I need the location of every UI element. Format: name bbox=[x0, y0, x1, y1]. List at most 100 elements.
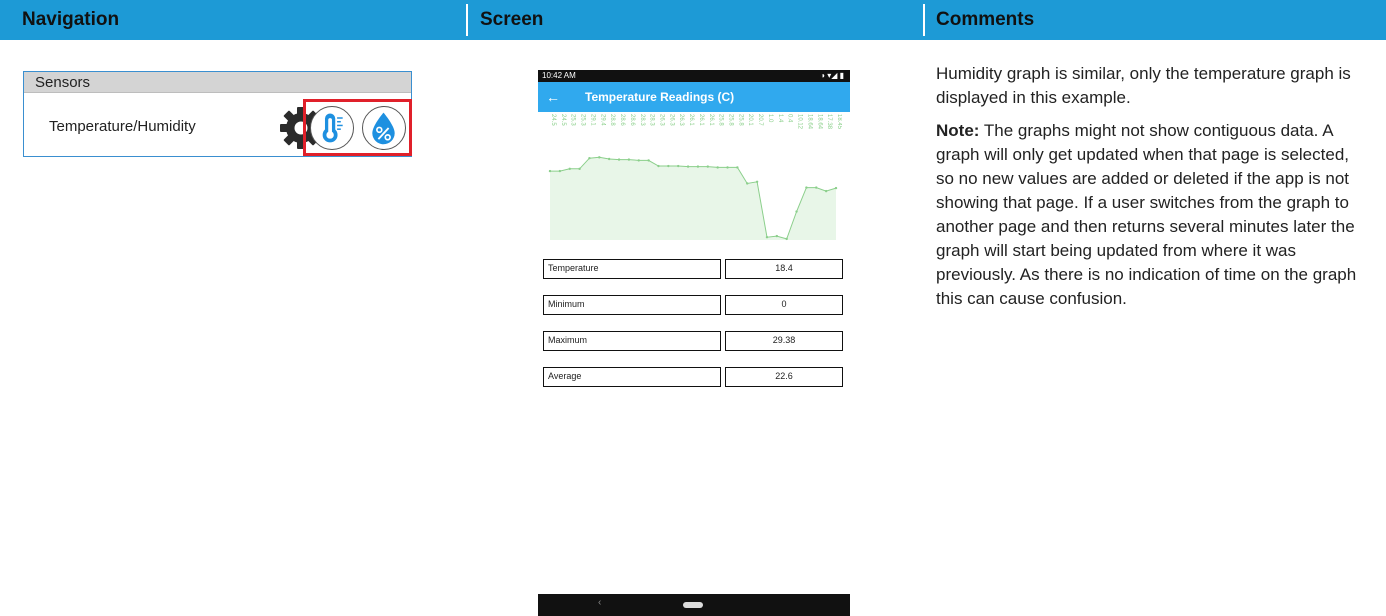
header-divider bbox=[923, 4, 925, 36]
chart-point bbox=[755, 180, 759, 183]
chart-point bbox=[834, 186, 838, 190]
chart-value-label: 25.8 bbox=[728, 114, 734, 126]
chart-value-label: 24.5 bbox=[550, 114, 556, 126]
chart-value-label: 26.1 bbox=[698, 114, 704, 126]
chart-value-label: 18.45 bbox=[836, 114, 842, 130]
chart-value-label: 26.1 bbox=[708, 114, 714, 126]
comments-column: Humidity graph is similar, only the temp… bbox=[936, 62, 1366, 320]
humidity-percent-icon bbox=[372, 112, 395, 145]
nav-back-button[interactable]: ‹ bbox=[598, 597, 601, 608]
android-nav-bar: ‹ bbox=[538, 594, 850, 616]
chart-point bbox=[775, 234, 779, 238]
row-label: Minimum bbox=[543, 295, 721, 315]
phone-screen: 10:42 AM ◑ ▾◢ ▮ ← Temperature Readings (… bbox=[538, 70, 850, 616]
row-value: 18.4 bbox=[725, 259, 843, 279]
row-label: Temperature bbox=[543, 259, 721, 279]
chart-value-label: 0.4 bbox=[787, 114, 793, 123]
note-text: The graphs might not show contiguous dat… bbox=[936, 121, 1357, 308]
chart-value-label: 28.3 bbox=[639, 114, 645, 126]
chart-point bbox=[815, 186, 818, 189]
header-screen: Screen bbox=[480, 9, 544, 30]
data-row-temperature: Temperature 18.4 bbox=[543, 259, 843, 279]
chart-point bbox=[726, 166, 729, 169]
chart-value-label: 26.3 bbox=[658, 114, 664, 126]
chart-point bbox=[706, 165, 709, 168]
note-paragraph: Note: The graphs might not show contiguo… bbox=[936, 119, 1366, 311]
chart-point bbox=[647, 159, 650, 162]
app-bar: ← Temperature Readings (C) bbox=[538, 82, 850, 112]
chart-value-label: 24.5 bbox=[560, 114, 566, 126]
chart-point bbox=[746, 182, 749, 185]
data-row-minimum: Minimum 0 bbox=[543, 295, 843, 315]
chart-point bbox=[637, 159, 640, 162]
chart-point bbox=[578, 167, 581, 171]
header-divider bbox=[466, 4, 468, 36]
chart-point bbox=[617, 158, 621, 161]
status-time: 10:42 AM bbox=[542, 71, 576, 80]
temperature-chart: 24.5 24.5 25.3 25.3 29.1 29.4 28.8 28.6 28.6 28.3… bbox=[548, 114, 842, 241]
chart-point bbox=[765, 235, 769, 239]
chart-point bbox=[785, 237, 788, 241]
chart-point bbox=[627, 158, 631, 161]
data-row-maximum: Maximum 29.38 bbox=[543, 331, 843, 351]
table-header: Navigation Screen Comments bbox=[0, 0, 1386, 40]
chart-value-label: 18.64 bbox=[816, 114, 822, 130]
row-value: 29.38 bbox=[725, 331, 843, 351]
chart-point bbox=[548, 169, 552, 173]
chart-point bbox=[568, 167, 571, 171]
temperature-humidity-label: Temperature/Humidity bbox=[49, 118, 196, 135]
temperature-sensor-button[interactable] bbox=[310, 106, 354, 150]
chart-value-label: 29.1 bbox=[589, 114, 595, 126]
chart-point bbox=[824, 189, 828, 193]
chart-value-label: 28.6 bbox=[629, 114, 635, 126]
chart-point bbox=[795, 210, 798, 213]
status-icons: ◑ ▾◢ ▮ bbox=[820, 71, 844, 80]
chart-value-label: 26.1 bbox=[688, 114, 694, 126]
chart-point bbox=[558, 169, 562, 173]
row-label: Average bbox=[543, 367, 721, 387]
back-arrow-icon[interactable]: ← bbox=[546, 82, 560, 112]
chart-value-label: 20.7 bbox=[757, 114, 763, 126]
chart-point bbox=[598, 156, 601, 159]
chart-point bbox=[716, 166, 719, 169]
header-comments: Comments bbox=[936, 9, 1035, 30]
comment-paragraph: Humidity graph is similar, only the temp… bbox=[936, 64, 1351, 107]
navigation-panel: Sensors Temperature/Humidity bbox=[23, 71, 412, 157]
chart-value-label: 29.4 bbox=[599, 114, 605, 126]
chart-point bbox=[667, 164, 670, 168]
screen-content: 24.5 24.5 25.3 25.3 29.1 29.4 28.8 28.6 28.6 28.3… bbox=[538, 112, 850, 594]
chart-value-label: 25.3 bbox=[570, 114, 576, 126]
status-bar: 10:42 AM ◑ ▾◢ ▮ bbox=[538, 70, 850, 82]
chart-value-label: 28.3 bbox=[649, 114, 655, 126]
chart-value-label: 20.1 bbox=[747, 114, 753, 126]
note-label: Note: bbox=[936, 121, 980, 140]
chart-value-label: 25.3 bbox=[580, 114, 586, 126]
chart-value-label: 1.0 bbox=[767, 114, 773, 123]
chart-area-fill bbox=[550, 157, 836, 240]
sensors-section-title: Sensors bbox=[24, 72, 411, 93]
chart-value-label: 1.4 bbox=[777, 114, 783, 123]
header-navigation: Navigation bbox=[22, 9, 120, 30]
chart-value-label: 26.3 bbox=[668, 114, 674, 126]
chart-value-label: 18.64 bbox=[806, 114, 812, 130]
humidity-sensor-button[interactable] bbox=[362, 106, 406, 150]
chart-point bbox=[677, 164, 680, 168]
thermometer-icon bbox=[322, 113, 343, 143]
chart-point bbox=[736, 166, 739, 169]
row-value: 0 bbox=[725, 295, 843, 315]
chart-point bbox=[696, 165, 700, 168]
chart-point bbox=[607, 157, 611, 161]
nav-home-button[interactable] bbox=[683, 602, 703, 608]
chart-value-label: 17.38 bbox=[826, 114, 832, 130]
chart-point bbox=[657, 164, 660, 168]
chart-value-label: 10.12 bbox=[797, 114, 803, 130]
chart-value-label: 25.8 bbox=[737, 114, 743, 126]
chart-point bbox=[686, 165, 690, 168]
chart-value-label: 28.8 bbox=[609, 114, 615, 126]
row-label: Maximum bbox=[543, 331, 721, 351]
app-title: Temperature Readings (C) bbox=[585, 90, 735, 104]
chart-value-label: 28.6 bbox=[619, 114, 625, 126]
chart-value-label: 26.3 bbox=[678, 114, 684, 126]
data-row-average: Average 22.6 bbox=[543, 367, 843, 387]
chart-point bbox=[588, 156, 591, 160]
